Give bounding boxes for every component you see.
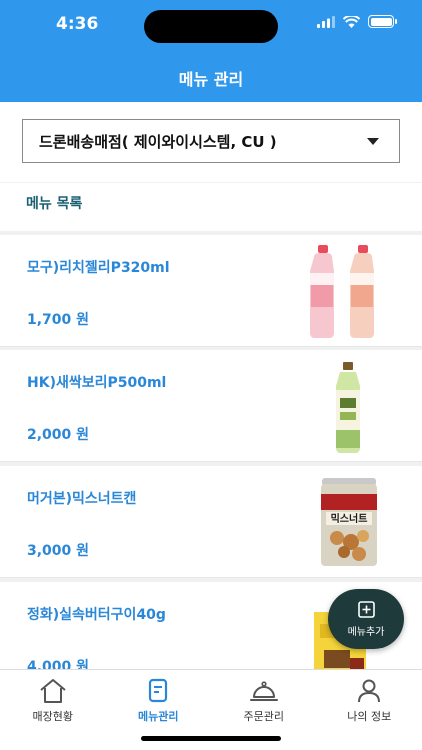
status-icons [317,15,397,28]
menu-item-name: 정화)실속버터구이40g [27,607,166,623]
menu-item-price: 3,000 원 [27,543,90,559]
menu-doc-icon [149,678,168,703]
store-select-value: 드론배송매점( 제이와이시스템, CU ) [39,132,277,151]
store-selector-area: 드론배송매점( 제이와이시스템, CU ) [0,102,422,182]
menu-item[interactable]: 모구)리치젤리P320ml 1,700 원 [0,235,422,347]
signal-icon [317,15,335,28]
store-select-dropdown[interactable]: 드론배송매점( 제이와이시스템, CU ) [22,119,400,163]
menu-item[interactable]: 머거본)믹스너트캔 3,000 원 믹스너트 [0,466,422,578]
barley-tea-bottle-image [336,362,360,453]
menu-item[interactable]: HK)새싹보리P500ml 2,000 원 [0,350,422,462]
tab-store-status[interactable]: 매장현황 [0,670,106,750]
menu-item-name: HK)새싹보리P500ml [27,375,167,391]
person-icon [358,679,381,703]
home-indicator [141,736,281,741]
can-label: 믹스너트 [331,512,368,525]
section-title: 메뉴 목록 [26,196,83,212]
wifi-icon [343,15,360,28]
add-menu-label: 메뉴추가 [347,626,385,638]
menu-item-price: 4,000 원 [27,659,90,669]
tab-label: 메뉴관리 [138,710,179,723]
cloche-icon [249,681,278,701]
menu-item-name: 머거본)믹스너트캔 [27,491,137,507]
app-header: 4:36 메뉴 관리 [0,0,422,102]
lychee-jelly-bottles-image [310,245,374,338]
plus-box-icon [357,600,375,618]
add-menu-button[interactable]: 메뉴추가 [328,589,404,649]
chevron-down-icon [367,138,379,145]
tab-label: 주문관리 [243,710,284,723]
dynamic-island [144,10,278,43]
tab-label: 매장현황 [32,710,73,723]
tab-my-info[interactable]: 나의 정보 [317,670,422,750]
status-time: 4:36 [56,14,99,34]
page-title: 메뉴 관리 [178,70,244,89]
menu-item-price: 2,000 원 [27,427,90,443]
tab-label: 나의 정보 [347,710,392,723]
mixed-nuts-can-image: 믹스너트 [321,478,377,566]
home-icon [40,679,66,703]
menu-item-price: 1,700 원 [27,312,90,328]
battery-icon [368,15,397,28]
menu-list-header: 메뉴 목록 [0,183,422,231]
menu-item-name: 모구)리치젤리P320ml [27,260,170,276]
